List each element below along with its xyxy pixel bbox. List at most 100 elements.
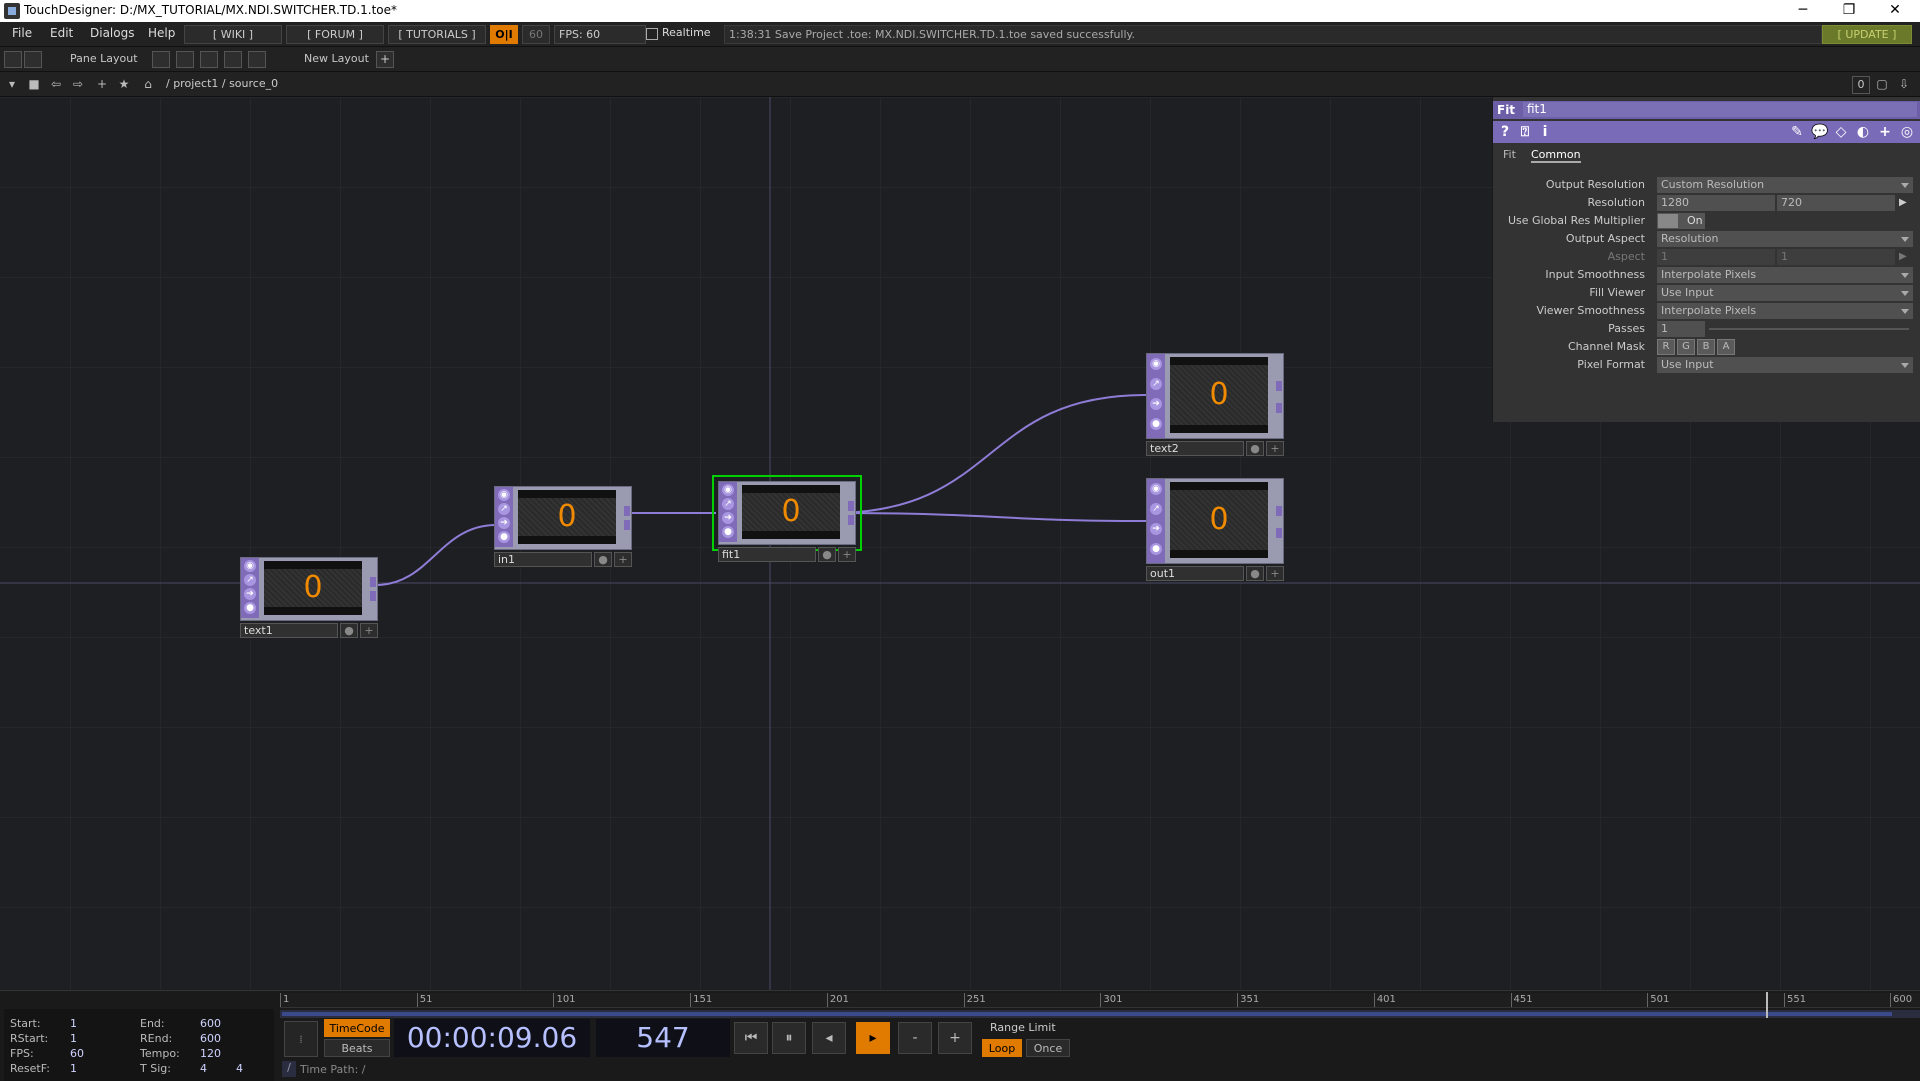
resolution-width-field[interactable]: 1280 — [1657, 195, 1775, 211]
target-icon[interactable]: ◎ — [1899, 124, 1915, 140]
tempo-value[interactable]: 120 — [200, 1047, 221, 1060]
node-plus-button[interactable]: + — [838, 547, 856, 562]
menu-file[interactable]: File — [12, 26, 32, 40]
output-port-2[interactable] — [624, 520, 630, 530]
viewer-flag-icon[interactable]: ◉ — [722, 484, 734, 496]
expand-arrow-icon[interactable]: ▶ — [1899, 249, 1913, 265]
pixel-format-dropdown[interactable]: Use Input — [1657, 357, 1913, 373]
render-flag-icon[interactable]: ➔ — [1150, 523, 1162, 535]
bypass-flag-icon[interactable]: ↗ — [722, 498, 734, 510]
frame-display[interactable]: 547 — [596, 1019, 730, 1057]
input-smoothness-dropdown[interactable]: Interpolate Pixels — [1657, 267, 1913, 283]
lock-flag-icon[interactable]: ● — [498, 531, 510, 543]
once-button[interactable]: Once — [1026, 1039, 1070, 1057]
download-icon[interactable]: ⇩ — [1896, 76, 1912, 92]
lock-flag-icon[interactable]: ● — [1150, 418, 1162, 430]
add-param-icon[interactable]: + — [1877, 124, 1893, 140]
tab-fit[interactable]: Fit — [1503, 148, 1516, 161]
layout-single-icon[interactable] — [152, 51, 170, 68]
pause-button[interactable]: ⏸ — [772, 1022, 806, 1054]
passes-field[interactable]: 1 — [1657, 321, 1705, 337]
tsig-a-value[interactable]: 4 — [200, 1062, 207, 1075]
network-view-icon[interactable] — [4, 51, 22, 68]
render-flag-icon[interactable]: ➔ — [722, 512, 734, 524]
output-port-2[interactable] — [1276, 403, 1282, 413]
timeline-scrubber[interactable] — [280, 992, 1920, 1018]
aspect-a-field[interactable]: 1 — [1657, 249, 1775, 265]
bypass-flag-icon[interactable]: ↗ — [244, 574, 256, 586]
passes-slider[interactable] — [1709, 328, 1909, 330]
forward-icon[interactable]: ⇨ — [70, 76, 86, 92]
node-plus-button[interactable]: + — [360, 623, 378, 638]
home-icon[interactable]: ⌂ — [140, 76, 156, 92]
rend-value[interactable]: 600 — [200, 1032, 221, 1045]
layout-split-horizontal-icon[interactable] — [200, 51, 218, 68]
channel-b-toggle[interactable]: B — [1697, 339, 1715, 355]
output-port[interactable] — [1276, 381, 1282, 391]
channel-r-toggle[interactable]: R — [1657, 339, 1675, 355]
node-plus-button[interactable]: + — [614, 552, 632, 567]
tab-common[interactable]: Common — [1531, 148, 1581, 163]
viewer-flag-icon[interactable]: ◉ — [1150, 483, 1162, 495]
beats-button[interactable]: Beats — [324, 1039, 390, 1057]
comment-icon[interactable]: 💬 — [1811, 124, 1828, 140]
node-label[interactable]: text1 — [240, 623, 338, 638]
add-icon[interactable]: + — [94, 76, 110, 92]
python-help-icon[interactable]: ⍰ — [1517, 124, 1533, 140]
node-dot-button[interactable]: ● — [1246, 566, 1264, 581]
node-plus-button[interactable]: + — [1266, 441, 1284, 456]
tsig-b-value[interactable]: 4 — [236, 1062, 243, 1075]
lock-flag-icon[interactable]: ● — [244, 602, 256, 614]
menu-help[interactable]: Help — [148, 26, 175, 40]
node-in1[interactable]: ◉ ↗ ➔ ● 0 in1 ● + — [494, 486, 632, 567]
minimize-button[interactable]: ─ — [1780, 0, 1826, 22]
back-icon[interactable]: ⇦ — [48, 76, 64, 92]
output-port[interactable] — [624, 506, 630, 516]
bypass-flag-icon[interactable]: ↗ — [1150, 378, 1162, 390]
wiki-button[interactable]: [ WIKI ] — [184, 25, 282, 44]
resolution-height-field[interactable]: 720 — [1777, 195, 1895, 211]
step-back-button[interactable]: ◂ — [812, 1022, 846, 1054]
fps-cap-field[interactable]: 60 — [522, 25, 550, 44]
fill-viewer-dropdown[interactable]: Use Input — [1657, 285, 1913, 301]
rewind-button[interactable]: ⏮ — [734, 1022, 768, 1054]
python-icon[interactable]: ◐ — [1855, 124, 1871, 140]
output-port[interactable] — [848, 501, 854, 511]
realtime-checkbox[interactable] — [646, 28, 658, 40]
time-path[interactable]: Time Path: / — [300, 1063, 366, 1076]
fps-value[interactable]: 60 — [70, 1047, 84, 1060]
node-label[interactable]: out1 — [1146, 566, 1244, 581]
info-icon[interactable]: i — [1537, 124, 1553, 140]
node-fit1[interactable]: ◉ ↗ ➔ ● 0 fit1 ● + — [712, 475, 862, 562]
close-button[interactable]: ✕ — [1872, 0, 1918, 22]
viewer-smoothness-dropdown[interactable]: Interpolate Pixels — [1657, 303, 1913, 319]
layout-three-icon[interactable] — [224, 51, 242, 68]
flag-icon[interactable]: ◇ — [1833, 124, 1849, 140]
render-flag-icon[interactable]: ➔ — [1150, 398, 1162, 410]
viewer-flag-icon[interactable]: ◉ — [1150, 358, 1162, 370]
render-flag-icon[interactable]: ➔ — [244, 588, 256, 600]
forum-button[interactable]: [ FORUM ] — [286, 25, 384, 44]
lock-flag-icon[interactable]: ● — [722, 526, 734, 538]
node-label[interactable]: in1 — [494, 552, 592, 567]
plus-button[interactable]: + — [938, 1022, 972, 1054]
tutorials-button[interactable]: [ TUTORIALS ] — [388, 25, 486, 44]
viewer-flag-icon[interactable]: ◉ — [498, 489, 510, 501]
timecode-display[interactable]: 00:00:09.06 — [394, 1019, 590, 1057]
node-dot-button[interactable]: ● — [1246, 441, 1264, 456]
node-plus-button[interactable]: + — [1266, 566, 1284, 581]
loop-button[interactable]: Loop — [982, 1039, 1022, 1057]
range-bar[interactable] — [282, 1012, 1892, 1016]
maximize-pane-icon[interactable]: ▢ — [1874, 76, 1890, 92]
aspect-b-field[interactable]: 1 — [1777, 249, 1895, 265]
rstart-value[interactable]: 1 — [70, 1032, 77, 1045]
edit-icon[interactable]: ✎ — [1789, 124, 1805, 140]
pane-type-icon[interactable] — [24, 51, 42, 68]
end-value[interactable]: 600 — [200, 1017, 221, 1030]
viewer-flag-icon[interactable]: ◉ — [244, 560, 256, 572]
node-dot-button[interactable]: ● — [340, 623, 358, 638]
oi-button[interactable]: O|I — [490, 25, 518, 44]
restore-button[interactable]: ❐ — [1826, 0, 1872, 22]
node-dot-button[interactable]: ● — [594, 552, 612, 567]
network-path[interactable]: / project1 / source_0 — [166, 77, 278, 90]
